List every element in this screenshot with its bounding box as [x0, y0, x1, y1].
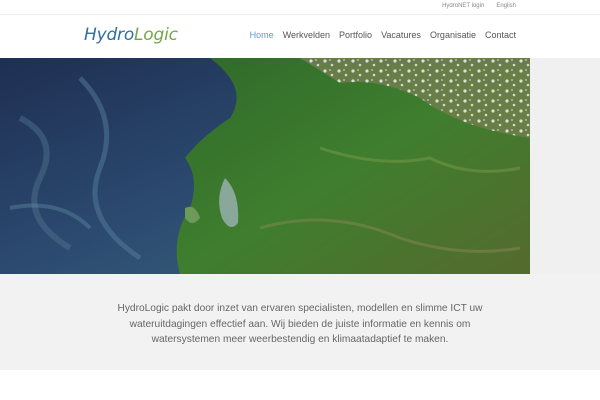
site-header: HydroLogic Home Werkvelden Portfolio Vac…: [0, 14, 600, 60]
nav-item-contact[interactable]: Contact: [485, 30, 516, 40]
logo-part-logic: Logic: [134, 25, 178, 45]
nav-item-organisatie[interactable]: Organisatie: [430, 30, 476, 40]
language-english-link[interactable]: English: [496, 3, 516, 9]
nav-item-werkvelden[interactable]: Werkvelden: [283, 30, 330, 40]
nav-item-home[interactable]: Home: [250, 30, 274, 40]
hydronet-login-link[interactable]: HydroNET login: [442, 3, 484, 9]
top-utility-bar: HydroNET login English: [0, 0, 600, 14]
hydrologic-logo[interactable]: HydroLogic: [84, 25, 178, 45]
utility-links: HydroNET login English: [442, 3, 516, 9]
satellite-image: [0, 58, 530, 274]
next-section: [0, 370, 600, 400]
intro-text: HydroLogic pakt door inzet van ervaren s…: [117, 303, 483, 345]
intro-section: HydroLogic pakt door inzet van ervaren s…: [0, 274, 600, 370]
nav-item-vacatures[interactable]: Vacatures: [381, 30, 421, 40]
nav-item-portfolio[interactable]: Portfolio: [339, 30, 372, 40]
logo-part-hydro: Hydro: [84, 25, 135, 45]
main-navigation: Home Werkvelden Portfolio Vacatures Orga…: [250, 30, 516, 40]
hero-banner: [0, 58, 600, 274]
